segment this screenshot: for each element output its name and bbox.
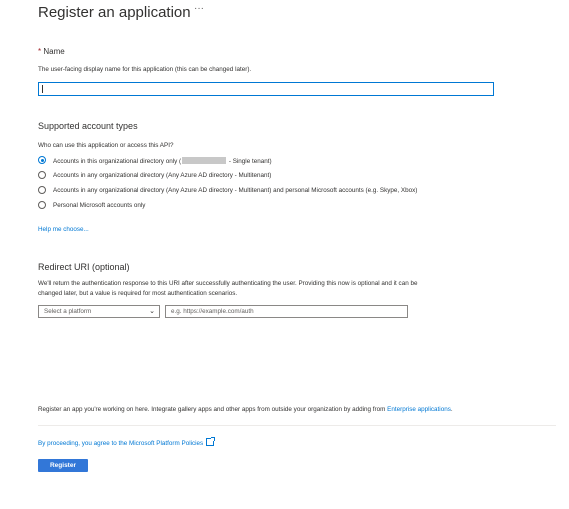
redirect-uri-placeholder: e.g. https://example.com/auth [171,308,254,315]
label-prefix: Accounts in this organizational director… [53,158,182,165]
more-options-icon[interactable]: ··· [194,3,204,14]
account-types-question: Who can use this application or access t… [38,142,174,149]
page-title: Register an application [38,4,191,21]
redacted-tenant-name [182,157,227,164]
register-note-end: . [450,406,453,413]
name-label: * Name [38,47,65,56]
platform-select[interactable]: Select a platform ⌄ [38,305,160,318]
name-description: The user-facing display name for this ap… [38,66,252,73]
register-note-text: Register an app you're working on here. … [38,406,388,413]
register-button[interactable]: Register [38,459,88,472]
text-caret [42,85,43,93]
radio-label-multitenant-personal[interactable]: Accounts in any organizational directory… [53,187,417,194]
platform-select-placeholder: Select a platform [44,308,92,315]
name-input[interactable] [38,82,494,96]
redirect-uri-heading: Redirect URI (optional) [38,262,130,272]
radio-multitenant[interactable] [38,171,46,179]
external-link-icon [206,437,216,446]
divider [38,425,556,426]
chevron-down-icon: ⌄ [149,308,155,315]
radio-label-single-tenant[interactable]: Accounts in this organizational director… [53,157,272,165]
radio-single-tenant[interactable] [38,156,46,164]
platform-policies-link[interactable]: By proceeding, you agree to the Microsof… [38,437,216,447]
policy-text: By proceeding, you agree to the Microsof… [38,440,204,447]
account-types-heading: Supported account types [38,121,138,131]
radio-label-personal-only[interactable]: Personal Microsoft accounts only [53,202,145,209]
radio-label-multitenant[interactable]: Accounts in any organizational directory… [53,172,271,179]
redirect-description-line2: changed later, but a value is required f… [38,290,238,297]
required-marker: * [38,47,42,56]
help-me-choose-link[interactable]: Help me choose... [38,226,89,233]
name-label-text: Name [43,47,65,56]
register-note: Register an app you're working on here. … [38,406,453,413]
radio-multitenant-personal[interactable] [38,186,46,194]
enterprise-applications-link[interactable]: Enterprise applications [387,406,451,413]
redirect-uri-input[interactable]: e.g. https://example.com/auth [165,305,408,318]
label-suffix: - Single tenant) [227,158,272,165]
radio-personal-only[interactable] [38,201,46,209]
redirect-description-line1: We'll return the authentication response… [38,280,418,287]
